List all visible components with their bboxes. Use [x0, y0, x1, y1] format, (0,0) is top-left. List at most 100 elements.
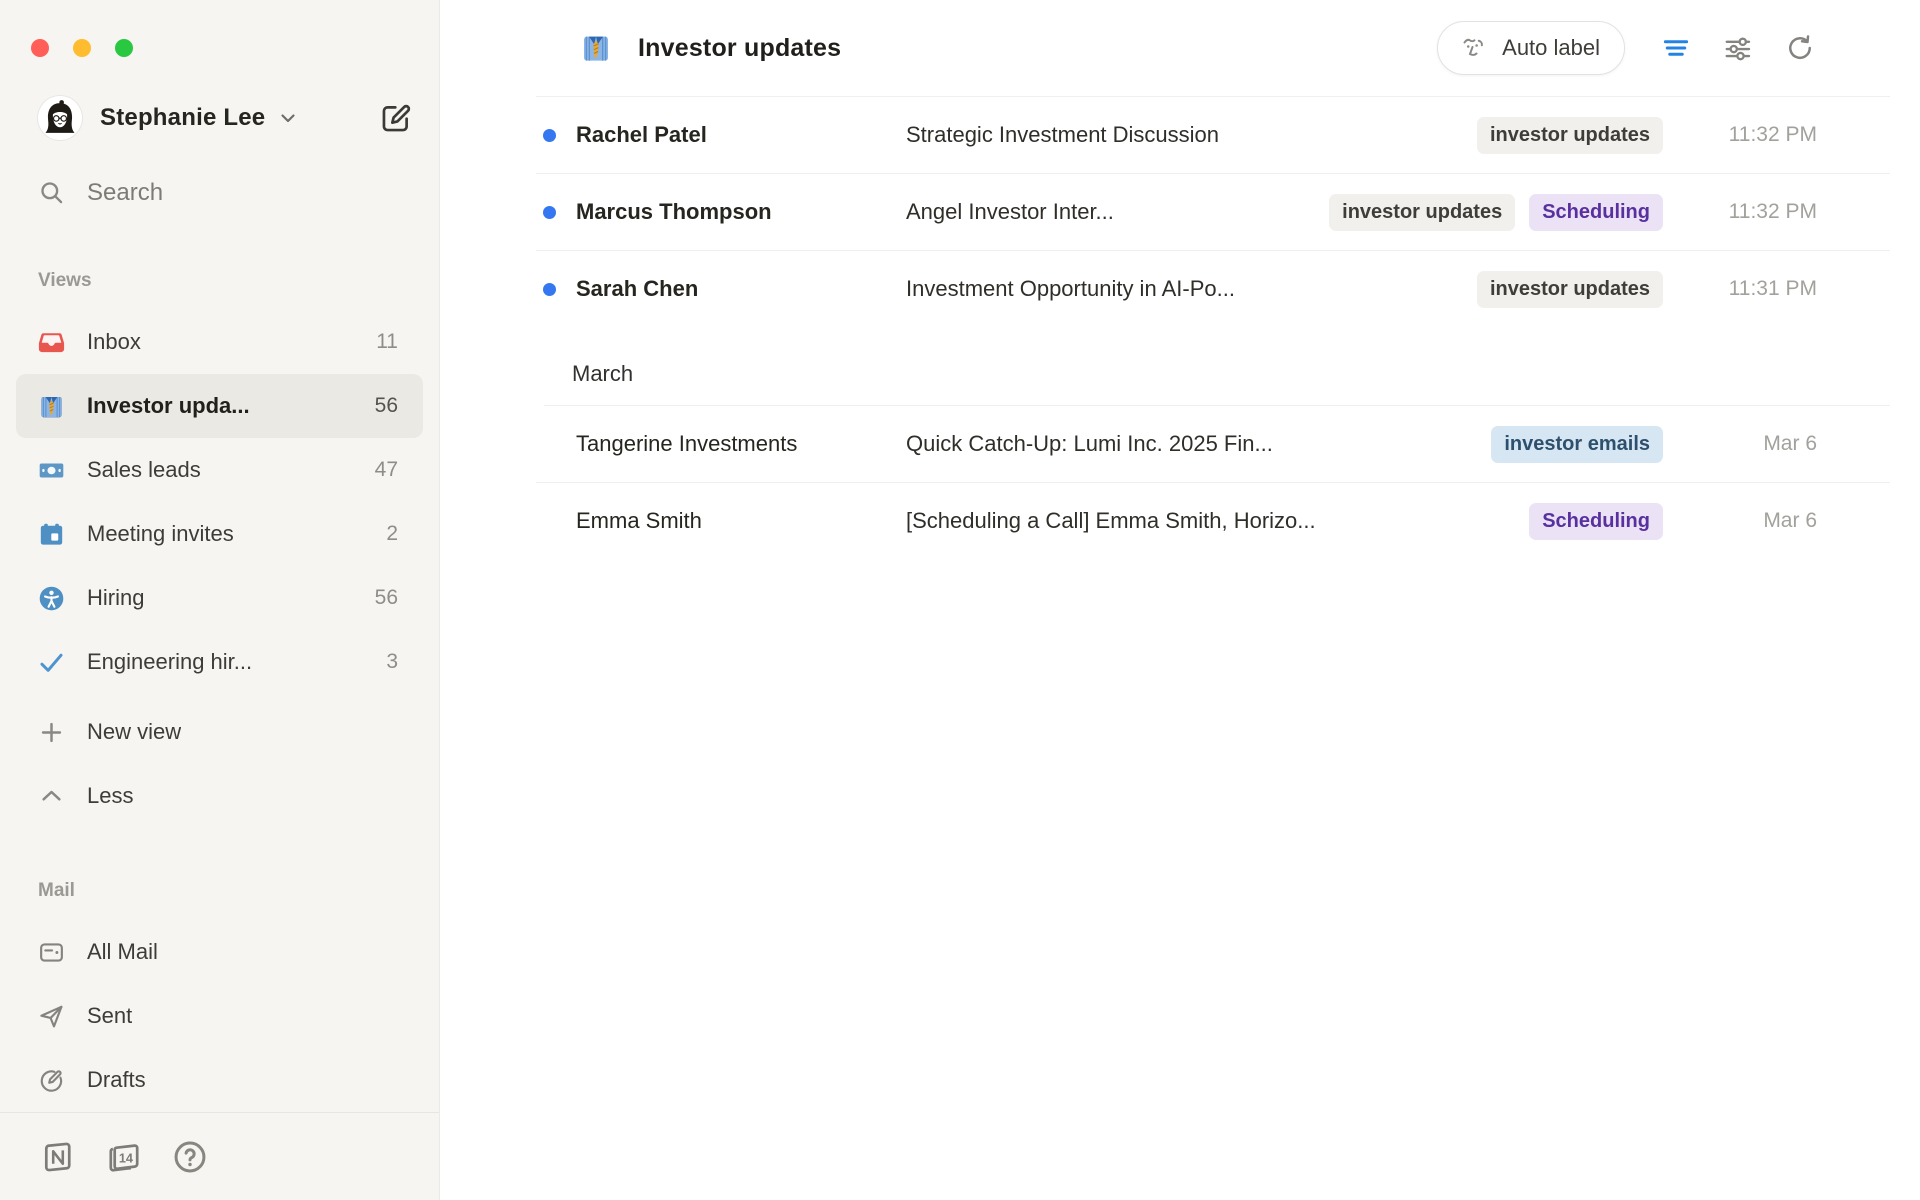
search-placeholder: Search — [87, 179, 163, 207]
sidebar-item-label: Meeting invites — [87, 521, 234, 547]
unread-indicator — [543, 206, 556, 219]
label-pill-investor-updates[interactable]: investor updates — [1477, 117, 1663, 154]
mail-list-nav: All Mail Sent Drafts — [0, 920, 439, 1112]
notion-logo-icon[interactable] — [40, 1139, 76, 1175]
calendar-icon — [38, 521, 65, 548]
auto-label-face-icon — [1458, 33, 1488, 63]
search-input[interactable]: Search — [38, 173, 419, 212]
sidebar-item-label: Engineering hir... — [87, 649, 252, 675]
page-title: Investor updates — [638, 34, 841, 63]
sidebar: Stephanie Lee Search Views — [0, 0, 440, 1200]
sidebar-item-inbox[interactable]: Inbox 11 — [16, 310, 423, 374]
email-subject: Investment Opportunity in AI-Po... — [906, 276, 1477, 302]
email-list: Rachel Patel Strategic Investment Discus… — [440, 96, 1920, 1200]
sidebar-item-label: Hiring — [87, 585, 144, 611]
window-controls — [0, 0, 439, 57]
label-pill-scheduling[interactable]: Scheduling — [1529, 503, 1663, 540]
refresh-icon[interactable] — [1783, 31, 1817, 65]
sidebar-item-label: Drafts — [87, 1067, 146, 1093]
compose-icon — [379, 101, 413, 135]
app-window: Stephanie Lee Search Views — [0, 0, 1920, 1200]
banknote-icon — [38, 457, 65, 484]
email-row-emma-smith[interactable]: Emma Smith [Scheduling a Call] Emma Smit… — [440, 483, 1920, 559]
necktie-icon — [580, 32, 612, 64]
mail-view: Investor updates Auto label — [440, 0, 1920, 1200]
date-group-header: March — [440, 327, 1920, 405]
email-tags: investor updates — [1477, 117, 1663, 154]
sidebar-item-count: 47 — [375, 458, 398, 482]
new-view-label: New view — [87, 719, 181, 745]
notion-calendar-icon[interactable]: 14 — [106, 1139, 142, 1175]
less-button[interactable]: Less — [16, 764, 423, 828]
account-switcher[interactable]: Stephanie Lee — [38, 95, 419, 141]
filter-icon[interactable] — [1659, 31, 1693, 65]
date-group-label: March — [572, 361, 633, 387]
avatar — [38, 96, 82, 140]
email-subject: Strategic Investment Discussion — [906, 122, 1477, 148]
sidebar-item-investor-updates[interactable]: Investor upda... 56 — [16, 374, 423, 438]
email-time: 11:32 PM — [1687, 200, 1817, 224]
sidebar-item-engineering-hiring[interactable]: Engineering hir... 3 — [16, 630, 423, 694]
email-time: 11:31 PM — [1687, 277, 1817, 301]
new-view-button[interactable]: New view — [16, 700, 423, 764]
email-sender: Emma Smith — [576, 508, 906, 534]
mail-section-label: Mail — [38, 880, 439, 902]
email-subject: Angel Investor Inter... — [906, 199, 1329, 225]
email-row-marcus-thompson[interactable]: Marcus Thompson Angel Investor Inter... … — [440, 174, 1920, 250]
unread-indicator — [543, 283, 556, 296]
necktie-icon — [38, 393, 65, 420]
sidebar-item-label: Sales leads — [87, 457, 201, 483]
label-pill-investor-updates[interactable]: investor updates — [1477, 271, 1663, 308]
paper-plane-icon — [38, 1003, 65, 1030]
search-icon — [38, 179, 65, 206]
checkmark-icon — [38, 649, 65, 676]
inbox-tray-icon — [38, 329, 65, 356]
zoom-window-button[interactable] — [115, 39, 133, 57]
display-settings-icon[interactable] — [1721, 31, 1755, 65]
sidebar-item-count: 2 — [386, 522, 398, 546]
close-window-button[interactable] — [31, 39, 49, 57]
email-tags: investor updates — [1477, 271, 1663, 308]
compose-button[interactable] — [373, 95, 419, 141]
sidebar-item-sales-leads[interactable]: Sales leads 47 — [16, 438, 423, 502]
label-pill-investor-emails[interactable]: investor emails — [1491, 426, 1663, 463]
email-subject: [Scheduling a Call] Emma Smith, Horizo..… — [906, 508, 1529, 534]
email-sender: Tangerine Investments — [576, 431, 906, 457]
email-time: 11:32 PM — [1687, 123, 1817, 147]
label-pill-investor-updates[interactable]: investor updates — [1329, 194, 1515, 231]
sidebar-footer: 14 — [0, 1112, 439, 1200]
email-tags: investor emails — [1491, 426, 1663, 463]
auto-label-button[interactable]: Auto label — [1437, 21, 1625, 75]
views-section-label: Views — [38, 270, 439, 292]
user-name: Stephanie Lee — [100, 104, 265, 132]
email-row-tangerine-investments[interactable]: Tangerine Investments Quick Catch-Up: Lu… — [440, 406, 1920, 482]
sidebar-item-meeting-invites[interactable]: Meeting invites 2 — [16, 502, 423, 566]
views-list: Inbox 11 Investor upda... 56 — [0, 310, 439, 828]
email-row-sarah-chen[interactable]: Sarah Chen Investment Opportunity in AI-… — [440, 251, 1920, 327]
sidebar-item-count: 56 — [375, 394, 398, 418]
sidebar-item-label: Investor upda... — [87, 393, 250, 419]
help-icon[interactable] — [172, 1139, 208, 1175]
sidebar-item-hiring[interactable]: Hiring 56 — [16, 566, 423, 630]
sidebar-item-label: All Mail — [87, 939, 158, 965]
svg-text:14: 14 — [119, 1150, 134, 1165]
email-sender: Rachel Patel — [576, 122, 906, 148]
sidebar-item-count: 11 — [376, 330, 398, 354]
person-circle-icon — [38, 585, 65, 612]
email-tags: Scheduling — [1529, 503, 1663, 540]
less-label: Less — [87, 783, 133, 809]
email-time: Mar 6 — [1687, 509, 1817, 533]
sidebar-item-sent[interactable]: Sent — [16, 984, 423, 1048]
plus-icon — [38, 719, 65, 746]
auto-label-button-label: Auto label — [1502, 35, 1600, 61]
label-pill-scheduling[interactable]: Scheduling — [1529, 194, 1663, 231]
minimize-window-button[interactable] — [73, 39, 91, 57]
email-row-rachel-patel[interactable]: Rachel Patel Strategic Investment Discus… — [440, 97, 1920, 173]
sidebar-item-all-mail[interactable]: All Mail — [16, 920, 423, 984]
unread-indicator — [543, 129, 556, 142]
chevron-up-icon — [38, 783, 65, 810]
all-mail-icon — [38, 939, 65, 966]
sidebar-item-count: 3 — [386, 650, 398, 674]
sidebar-item-drafts[interactable]: Drafts — [16, 1048, 423, 1112]
sidebar-item-label: Sent — [87, 1003, 132, 1029]
